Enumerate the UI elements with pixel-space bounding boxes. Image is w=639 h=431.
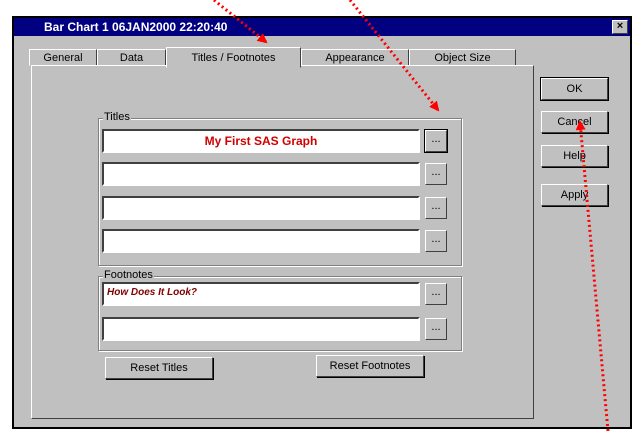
cancel-button[interactable]: Cancel [541,111,608,133]
help-button[interactable]: Help [541,145,608,167]
close-button[interactable]: × [612,20,628,34]
tab-appearance[interactable]: Appearance [301,49,409,66]
title-4-field[interactable] [102,229,420,253]
tab-general[interactable]: General [29,49,97,66]
footnote-1-field[interactable]: How Does It Look? [102,282,420,306]
apply-button[interactable]: Apply [541,184,608,206]
titles-group-label: Titles [103,111,131,123]
title-3-field[interactable] [102,196,420,220]
footnote-2-field[interactable] [102,317,420,341]
tab-data[interactable]: Data [97,49,166,66]
footnote-1-text: How Does It Look? [107,287,197,298]
footnotes-group-label: Footnotes [103,269,154,281]
title-1-text: My First SAS Graph [204,134,318,148]
tab-titles-footnotes[interactable]: Titles / Footnotes [166,47,301,68]
title-2-browse-button[interactable]: ... [425,163,447,185]
footnote-1-browse-button[interactable]: ... [425,283,447,305]
title-4-browse-button[interactable]: ... [425,230,447,252]
title-2-field[interactable] [102,162,420,186]
tab-object-size[interactable]: Object Size [409,49,516,66]
ok-button[interactable]: OK [540,77,609,101]
bar-chart-dialog: Bar Chart 1 06JAN2000 22:20:40 × General… [12,16,632,429]
title-1-field[interactable]: My First SAS Graph [102,129,420,153]
title-1-browse-button[interactable]: ... [424,129,448,153]
reset-footnotes-button[interactable]: Reset Footnotes [316,355,424,377]
title-bar[interactable]: Bar Chart 1 06JAN2000 22:20:40 × [14,18,630,36]
title-3-browse-button[interactable]: ... [425,197,447,219]
titles-footnotes-panel: Titles My First SAS Graph ... ... ... ..… [31,65,534,419]
window-title: Bar Chart 1 06JAN2000 22:20:40 [44,20,228,34]
footnote-2-browse-button[interactable]: ... [425,318,447,340]
reset-titles-button[interactable]: Reset Titles [105,357,213,379]
